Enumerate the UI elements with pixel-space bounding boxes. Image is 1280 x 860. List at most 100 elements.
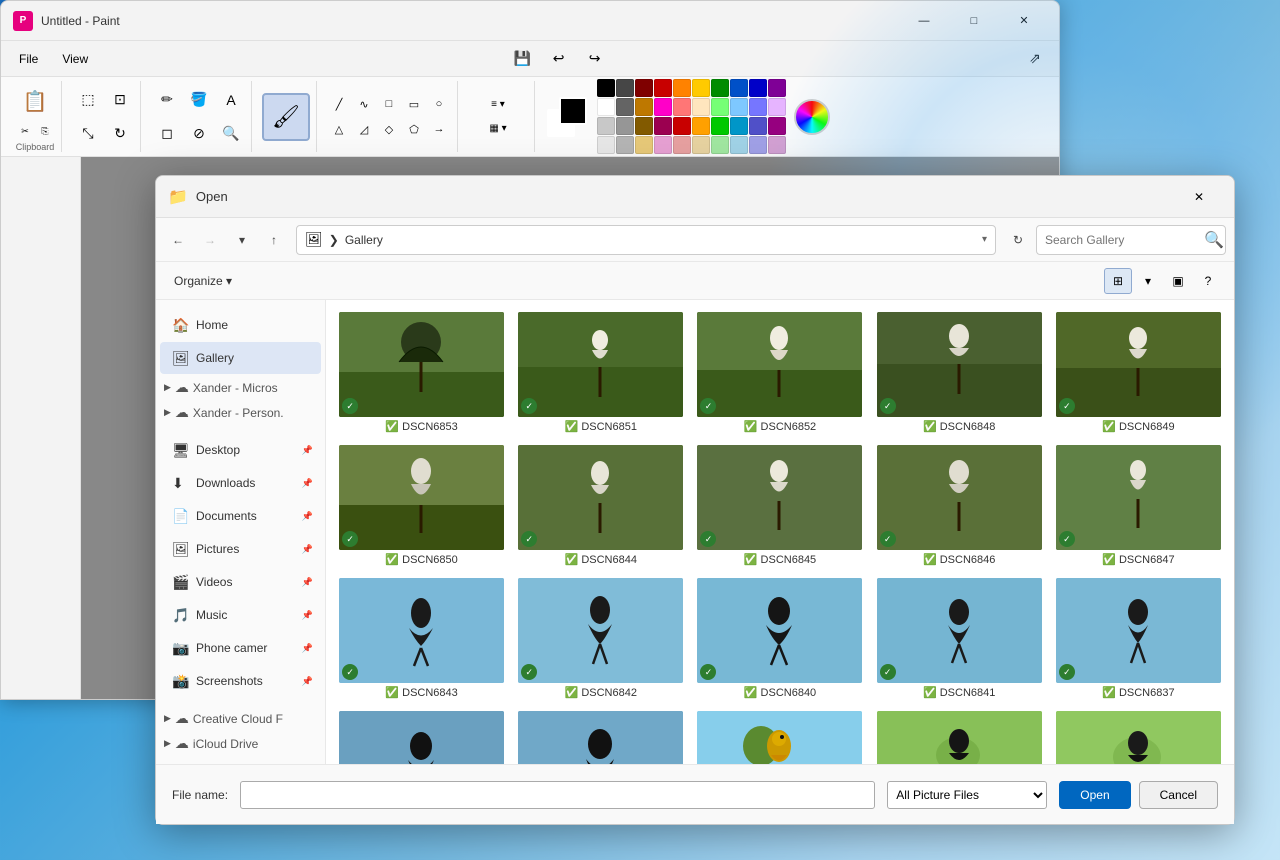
cancel-btn[interactable]: Cancel: [1139, 781, 1218, 809]
color-medgray[interactable]: [616, 117, 634, 135]
sidebar-item-phone-camera[interactable]: 📷 Phone camer 📌: [160, 632, 321, 664]
shape-arrow[interactable]: →: [427, 117, 451, 141]
fill-style-btn[interactable]: ▦ ▾: [468, 118, 528, 140]
color-red[interactable]: [654, 79, 672, 97]
shape-line[interactable]: ╱: [327, 92, 351, 116]
sidebar-item-music[interactable]: 🎵 Music 📌: [160, 599, 321, 631]
color-tan[interactable]: [635, 136, 653, 154]
shape-diamond[interactable]: ◇: [377, 117, 401, 141]
foreground-color[interactable]: [559, 97, 587, 125]
color-powder[interactable]: [730, 136, 748, 154]
zoom-btn[interactable]: 🔍: [215, 118, 247, 150]
file-item-dscn6832[interactable]: ✓ ✅ DSCN6832: [692, 707, 867, 764]
file-item-dscn6851[interactable]: ✓ ✅ DSCN6851: [513, 308, 688, 437]
file-item-dscn6833[interactable]: ✓ ✅ DSCN6833: [872, 707, 1047, 764]
view-menu[interactable]: View: [52, 48, 98, 70]
search-input[interactable]: [1045, 233, 1200, 247]
nav-forward-btn[interactable]: →: [196, 226, 224, 254]
color-blue[interactable]: [730, 79, 748, 97]
share-btn[interactable]: ⇗: [1019, 45, 1051, 73]
resize-btn[interactable]: ⤡: [72, 118, 104, 150]
file-item-dscn6844[interactable]: ✓ ✅ DSCN6844: [513, 441, 688, 570]
shape-round-rect[interactable]: ▭: [402, 92, 426, 116]
color-sky[interactable]: [730, 117, 748, 135]
color-purple[interactable]: [768, 79, 786, 97]
sidebar-item-home[interactable]: 🏠 Home: [160, 309, 321, 341]
filename-input[interactable]: [240, 781, 875, 809]
file-item-dscn6837[interactable]: ✓ ✅ DSCN6837: [1051, 574, 1226, 703]
color-black[interactable]: [597, 79, 615, 97]
grid-view-btn[interactable]: ⊞: [1104, 268, 1132, 294]
colorpick-btn[interactable]: ⊘: [183, 118, 215, 150]
sidebar-item-downloads[interactable]: ⬇ Downloads 📌: [160, 467, 321, 499]
nav-refresh-btn[interactable]: ↻: [1004, 226, 1032, 254]
color-darkbrown[interactable]: [635, 117, 653, 135]
open-btn[interactable]: Open: [1059, 781, 1130, 809]
shape-rect[interactable]: □: [377, 92, 401, 116]
sidebar-item-gallery[interactable]: 🖼 Gallery: [160, 342, 321, 374]
copy-btn[interactable]: ⎘: [36, 124, 54, 140]
color-lightyellow[interactable]: [692, 98, 710, 116]
color-violet[interactable]: [768, 117, 786, 135]
color-gray[interactable]: [616, 98, 634, 116]
address-bar[interactable]: 🖼 ❯ Gallery ▾: [296, 225, 996, 255]
fill-btn[interactable]: 🪣: [183, 84, 215, 116]
color-darkblue[interactable]: [749, 79, 767, 97]
color-periwinkle[interactable]: [749, 136, 767, 154]
color-maroon[interactable]: [654, 117, 672, 135]
color-darkgray[interactable]: [616, 79, 634, 97]
color-green[interactable]: [711, 79, 729, 97]
shape-tri[interactable]: △: [327, 117, 351, 141]
file-item-dscn6843[interactable]: ✓ ✅ DSCN6843: [334, 574, 509, 703]
organize-btn[interactable]: Organize ▾: [168, 271, 238, 291]
nav-up-btn[interactable]: ↑: [260, 226, 288, 254]
minimize-button[interactable]: —: [901, 6, 947, 36]
color-darkred[interactable]: [635, 79, 653, 97]
file-item-dscn6840[interactable]: ✓ ✅ DSCN6840: [692, 574, 867, 703]
undo-btn[interactable]: ↩: [543, 45, 575, 73]
color-indigo[interactable]: [749, 117, 767, 135]
shape-curve[interactable]: ∿: [352, 92, 376, 116]
file-item-dscn6845[interactable]: ✓ ✅ DSCN6845: [692, 441, 867, 570]
redo-btn[interactable]: ↪: [579, 45, 611, 73]
shape-pent[interactable]: ⬠: [402, 117, 426, 141]
color-lightblue[interactable]: [730, 98, 748, 116]
sidebar-item-documents[interactable]: 📄 Documents 📌: [160, 500, 321, 532]
sidebar-group-icloud[interactable]: ▶ ☁ iCloud Drive: [156, 731, 325, 756]
color-silver[interactable]: [597, 117, 615, 135]
file-item-dscn6841[interactable]: ✓ ✅ DSCN6841: [872, 574, 1047, 703]
color-salmon[interactable]: [673, 136, 691, 154]
color-mint[interactable]: [711, 136, 729, 154]
color-magenta[interactable]: [654, 98, 672, 116]
sidebar-group-xander-ms[interactable]: ▶ ☁ Xander - Micros: [156, 375, 325, 400]
file-item-dscn6848[interactable]: ✓ ✅ DSCN6848: [872, 308, 1047, 437]
color-peach[interactable]: [692, 136, 710, 154]
file-item-dscn6853[interactable]: ✓ ✅ DSCN6853: [334, 308, 509, 437]
rotate-btn[interactable]: ↻: [104, 118, 136, 150]
preview-view-btn[interactable]: ▣: [1164, 268, 1192, 294]
file-item-dscn6839[interactable]: ✓ ✅ DSCN6839: [513, 707, 688, 764]
file-item-dscn6842[interactable]: ✓ ✅ DSCN6842: [513, 574, 688, 703]
sidebar-group-creative-cloud[interactable]: ▶ ☁ Creative Cloud F: [156, 706, 325, 731]
color-lightpurple[interactable]: [749, 98, 767, 116]
maximize-button[interactable]: □: [951, 6, 997, 36]
color-lightred[interactable]: [673, 98, 691, 116]
color-crimson[interactable]: [673, 117, 691, 135]
stroke-btn[interactable]: ≡ ▾: [468, 94, 528, 116]
sidebar-item-videos[interactable]: 🎬 Videos 📌: [160, 566, 321, 598]
select-btn[interactable]: ⬚: [72, 84, 104, 116]
color-lightgreen[interactable]: [711, 98, 729, 116]
sidebar-item-desktop[interactable]: 🖥 Desktop 📌: [160, 434, 321, 466]
eraser-btn[interactable]: ◻: [151, 118, 183, 150]
file-item-dscn6838[interactable]: ✓ ✅ DSCN6838: [334, 707, 509, 764]
brush-active-btn[interactable]: 🖌: [262, 93, 310, 141]
file-menu[interactable]: File: [9, 48, 48, 70]
file-item-dscn6849[interactable]: ✓ ✅ DSCN6849: [1051, 308, 1226, 437]
shape-rtri[interactable]: ◿: [352, 117, 376, 141]
paste-btn[interactable]: 📋: [15, 82, 55, 122]
file-item-dscn6834[interactable]: ✓ ✅ DSCN6834: [1051, 707, 1226, 764]
color-pink[interactable]: [654, 136, 672, 154]
color-yellow[interactable]: [692, 79, 710, 97]
nav-back-btn[interactable]: ←: [164, 226, 192, 254]
color-darksilver[interactable]: [616, 136, 634, 154]
